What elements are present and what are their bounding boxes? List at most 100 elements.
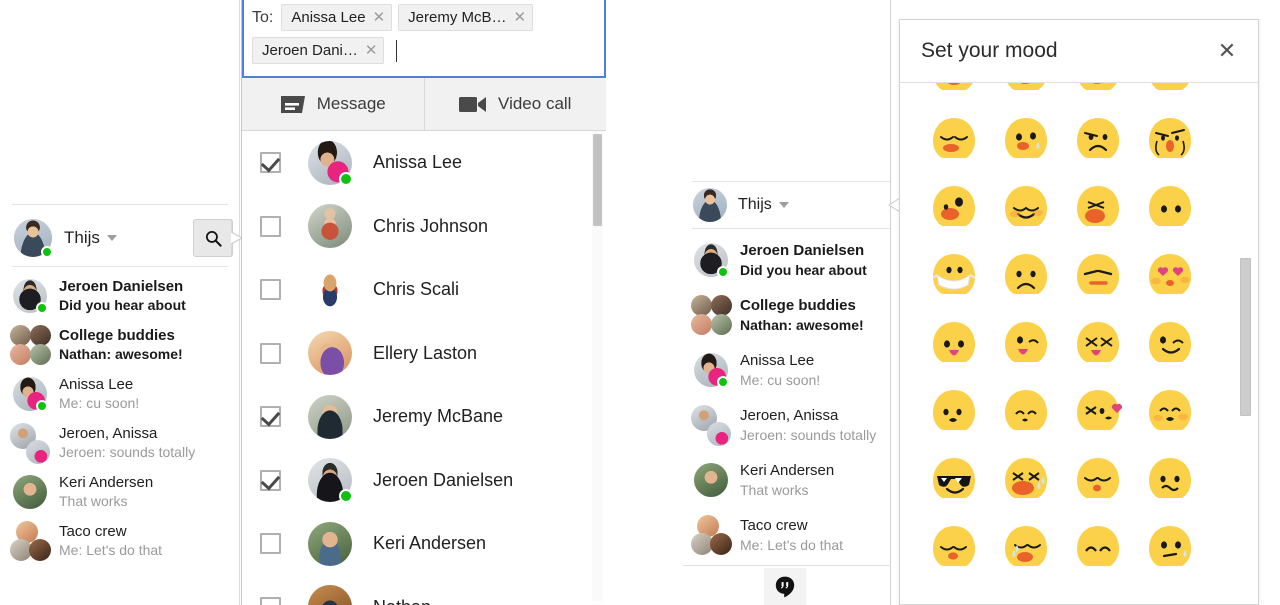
conversation-snippet: Jeroen: sounds totally xyxy=(59,444,196,460)
online-status-dot xyxy=(36,301,48,314)
account-name: Thijs xyxy=(738,196,772,213)
avatar xyxy=(308,458,353,504)
tab-message[interactable]: Message xyxy=(242,78,424,130)
list-item[interactable]: Anissa Lee Me: cu soon! xyxy=(683,342,891,397)
contact-row[interactable]: Chris Johnson xyxy=(242,195,606,259)
list-item[interactable]: Taco crew Me: Let's do that xyxy=(0,516,240,565)
list-item[interactable]: Keri Andersen That works xyxy=(683,452,891,507)
emoji-sad-frowning-face[interactable] xyxy=(990,241,1062,309)
emoji-open-mouth-drool-face[interactable] xyxy=(990,83,1062,105)
emoji-weary-closed-eyes-face[interactable] xyxy=(918,105,990,173)
chevron-down-icon[interactable] xyxy=(778,202,789,208)
emoji-tired-yawning-face[interactable] xyxy=(990,513,1062,581)
scrollbar-thumb[interactable] xyxy=(1240,258,1251,416)
recipients-field[interactable]: To: Anissa Lee ✕ Jeremy McB… ✕ Jeroen Da… xyxy=(242,0,606,78)
emoji-frowning-face[interactable] xyxy=(1062,105,1134,173)
emoji-kissing-face[interactable] xyxy=(918,377,990,445)
avatar xyxy=(308,585,352,605)
emoji-yawning-face[interactable] xyxy=(1134,83,1206,105)
recipient-chip[interactable]: Anissa Lee ✕ xyxy=(281,4,393,31)
conversation-name: Jeroen Danielsen xyxy=(59,278,184,295)
emoji-smiling-face-with-hearts[interactable] xyxy=(1134,241,1206,309)
account-name: Thijs xyxy=(64,228,100,247)
emoji-face-blowing-a-kiss[interactable] xyxy=(1062,377,1134,445)
close-icon[interactable]: ✕ xyxy=(373,10,386,25)
divider xyxy=(12,204,228,205)
emoji-blushing-shy-face[interactable] xyxy=(990,173,1062,241)
emoji-screaming-face[interactable] xyxy=(1062,173,1134,241)
emoji-smiling-face-with-sunglasses[interactable] xyxy=(918,445,990,513)
emoji-face-with-medical-mask[interactable] xyxy=(918,241,990,309)
emoji-thinking-face[interactable] xyxy=(1134,513,1206,581)
contact-name: Nathan… xyxy=(373,597,449,605)
emoji-crying-face[interactable] xyxy=(990,105,1062,173)
emoji-confounded-face[interactable] xyxy=(918,83,990,105)
account-row[interactable]: Thijs xyxy=(683,184,891,226)
list-item[interactable]: College buddies Nathan: awesome! xyxy=(0,320,240,369)
list-item[interactable]: Jeroen, Anissa Jeroen: sounds totally xyxy=(0,418,240,467)
list-item[interactable]: Jeroen Danielsen Did you hear about xyxy=(0,271,240,320)
recipient-chip-label: Anissa Lee xyxy=(291,9,366,26)
recipient-chip[interactable]: Jeroen Dani… ✕ xyxy=(252,37,385,64)
emoji-winking-face-with-tongue[interactable] xyxy=(990,309,1062,377)
list-item[interactable]: Jeroen Danielsen Did you hear about xyxy=(683,232,891,287)
contact-picker-list[interactable]: Anissa Lee Chris Johnson Chris Scali Ell… xyxy=(242,131,606,605)
chevron-down-icon[interactable] xyxy=(106,235,117,241)
contact-checkbox[interactable] xyxy=(260,406,281,428)
contact-checkbox[interactable] xyxy=(260,215,281,237)
list-item[interactable]: College buddies Nathan: awesome! xyxy=(683,287,891,342)
recipient-chip[interactable]: Jeremy McB… ✕ xyxy=(398,4,534,31)
contact-checkbox[interactable] xyxy=(260,533,281,555)
contact-checkbox[interactable] xyxy=(260,469,281,491)
contact-checkbox[interactable] xyxy=(260,596,281,605)
emoji-kissing-smiling-eyes-face[interactable] xyxy=(990,377,1062,445)
contact-row[interactable]: Chris Scali xyxy=(242,258,606,322)
contact-row[interactable]: Anissa Lee xyxy=(242,131,606,195)
emoji-face-with-tongue[interactable] xyxy=(918,309,990,377)
contact-row[interactable]: Jeremy McBane xyxy=(242,385,606,449)
contact-row[interactable]: Ellery Laston xyxy=(242,322,606,386)
emoji-confused-wavy-mouth-face[interactable] xyxy=(1134,445,1206,513)
conversation-name: College buddies xyxy=(740,296,856,314)
list-item[interactable]: Anissa Lee Me: cu soon! xyxy=(0,369,240,418)
emoji-kissing-closed-eyes-face[interactable] xyxy=(1134,377,1206,445)
emoji-neutral-face[interactable] xyxy=(1134,173,1206,241)
emoji-anxious-hands-face[interactable] xyxy=(1134,105,1206,173)
emoji-squinting-face-with-tongue[interactable] xyxy=(1062,309,1134,377)
emoji-whistling-face[interactable] xyxy=(1062,445,1134,513)
list-item[interactable]: Taco crew Me: Let's do that xyxy=(683,507,891,562)
emoji-happy-closed-eyes-face[interactable] xyxy=(1062,513,1134,581)
contact-row[interactable]: Nathan… xyxy=(242,576,606,605)
avatar xyxy=(691,350,731,390)
avatar-group xyxy=(10,422,50,464)
hangouts-button[interactable] xyxy=(764,568,806,605)
emoji-loudly-crying-face[interactable] xyxy=(990,445,1062,513)
close-icon[interactable]: ✕ xyxy=(513,10,526,25)
conversation-name: Taco crew xyxy=(740,516,808,534)
avatar xyxy=(10,374,50,414)
contact-row[interactable]: Jeroen Danielsen xyxy=(242,449,606,513)
search-button[interactable] xyxy=(193,219,233,257)
contact-checkbox[interactable] xyxy=(260,342,281,364)
contact-checkbox[interactable] xyxy=(260,279,281,301)
emoji-winking-face[interactable] xyxy=(1134,309,1206,377)
contact-checkbox[interactable] xyxy=(260,152,281,174)
close-icon[interactable]: ✕ xyxy=(365,43,378,58)
recipients-input[interactable] xyxy=(397,37,598,64)
scrollbar-thumb[interactable] xyxy=(593,134,602,226)
list-item[interactable]: Jeroen, Anissa Jeroen: sounds totally xyxy=(683,397,891,452)
close-icon[interactable]: ✕ xyxy=(1214,38,1240,64)
compose-mode-tabs: Message Video call xyxy=(242,78,606,131)
emoji-sleeping-face[interactable] xyxy=(918,513,990,581)
conversation-snippet: Me: cu soon! xyxy=(740,371,821,388)
contact-row[interactable]: Keri Andersen xyxy=(242,512,606,576)
avatar-group xyxy=(10,324,51,365)
emoji-dizzy-face[interactable] xyxy=(918,173,990,241)
emoji-grid-scroll-area[interactable] xyxy=(900,83,1240,605)
tab-video-call[interactable]: Video call xyxy=(423,78,607,130)
list-item[interactable]: Keri Andersen That works xyxy=(0,467,240,516)
emoji-unamused-face[interactable] xyxy=(1062,241,1134,309)
online-status-dot xyxy=(36,399,48,412)
contact-name: Jeroen Danielsen xyxy=(373,469,514,490)
emoji-sleepy-face[interactable] xyxy=(1062,83,1134,105)
